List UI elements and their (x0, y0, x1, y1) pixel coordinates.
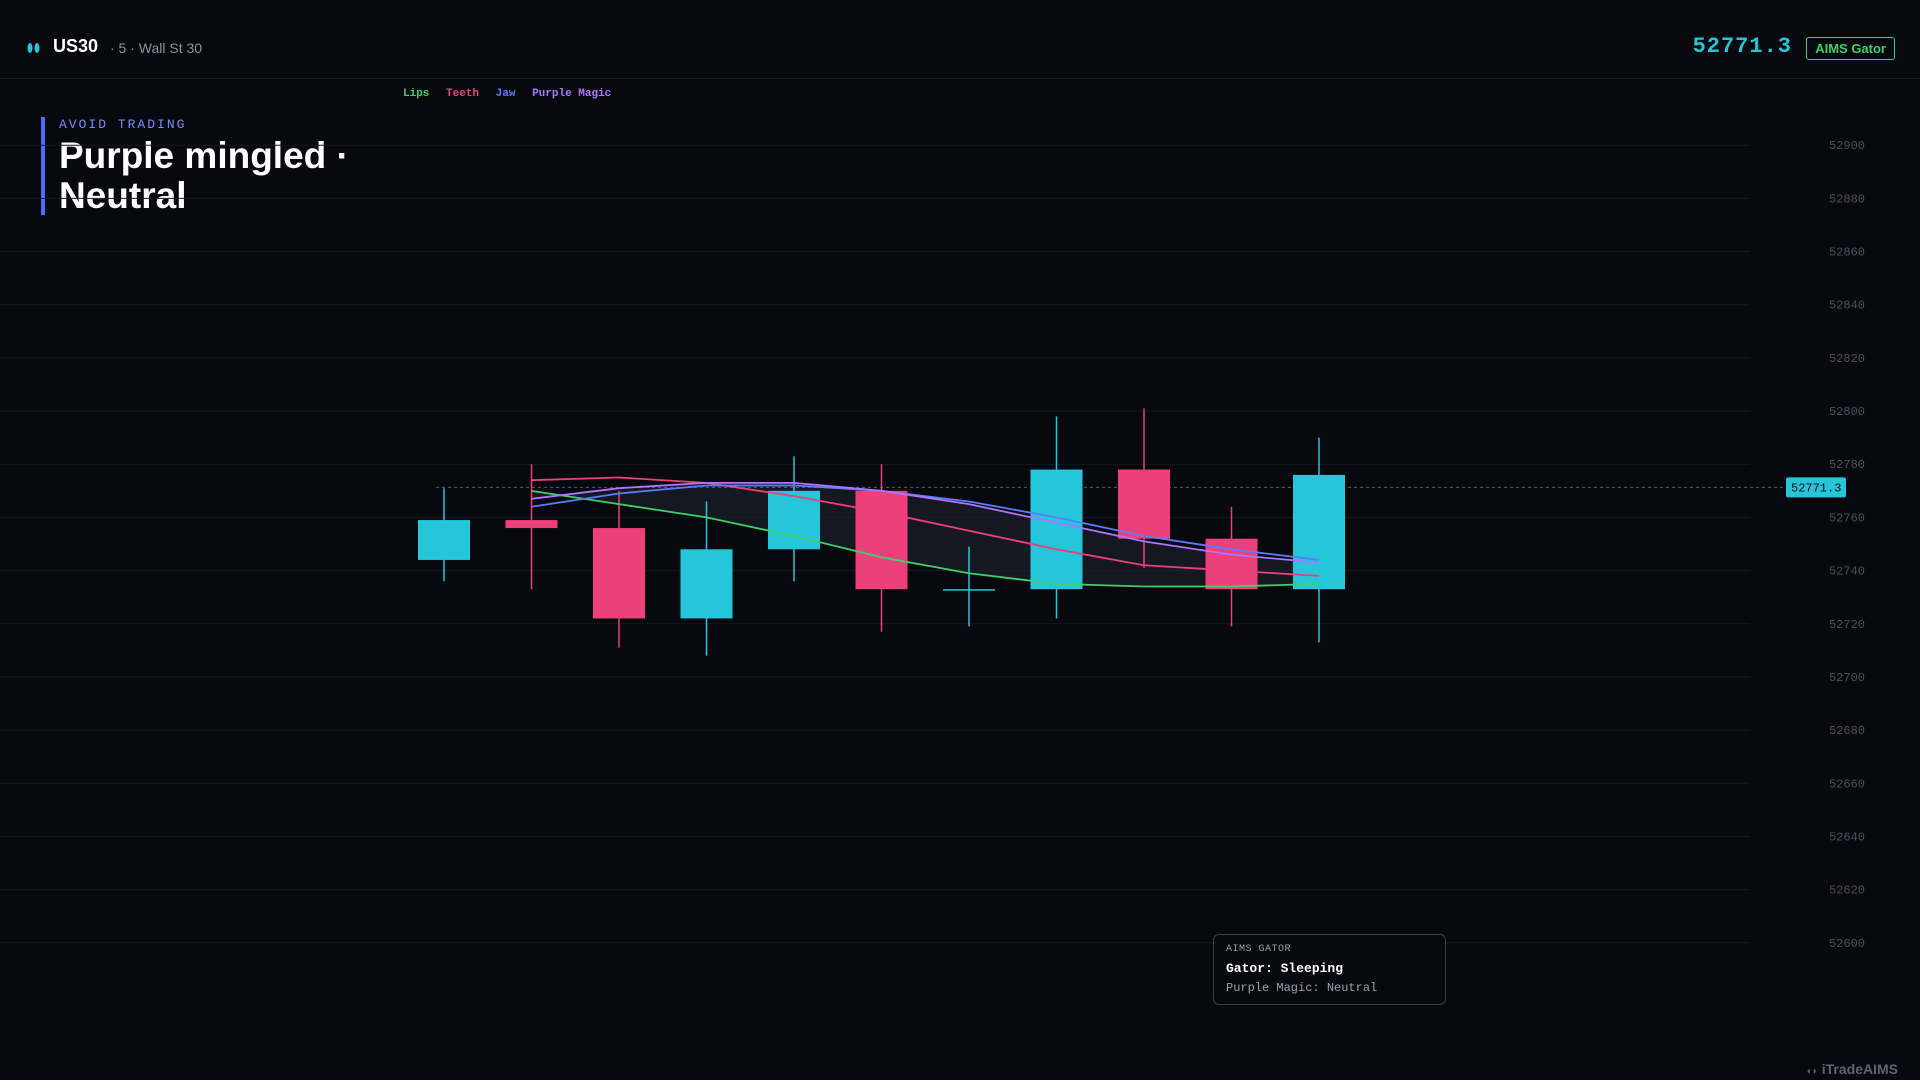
y-tick-label: 52860 (1829, 246, 1865, 260)
y-tick-label: 52620 (1829, 884, 1865, 898)
y-tick-label: 52880 (1829, 192, 1865, 206)
candle-body (680, 549, 733, 619)
candle-body (418, 520, 470, 560)
gator-tooltip: AIMS GATOR Gator: Sleeping Purple Magic:… (1213, 934, 1446, 1005)
y-tick-label: 52760 (1829, 511, 1865, 525)
indicator-badge[interactable]: AIMS Gator (1806, 37, 1895, 60)
y-tick-label: 52780 (1829, 458, 1865, 472)
watermark-icon: ◖◗ (1805, 1066, 1818, 1077)
y-tick-label: 52660 (1829, 777, 1865, 791)
candlestick-chart[interactable]: 52900 52880 52860 52840 52820 52800 52780 52760… (0, 79, 1920, 1079)
y-tick-label: 52900 (1829, 139, 1865, 153)
instrument-subtitle: · 5 · Wall St 30 (110, 40, 203, 56)
y-tick-label: 52700 (1829, 671, 1865, 685)
tooltip-kicker: AIMS GATOR (1226, 944, 1292, 955)
logo-icon (27, 43, 40, 53)
top-bar: US30 · 5 · Wall St 30 52771.3 AIMS Gator (0, 0, 1920, 79)
y-tick-label: 52840 (1829, 299, 1865, 313)
candle-body (855, 490, 908, 590)
y-tick-label: 52740 (1829, 565, 1865, 579)
last-price-tag-label: 52771.3 (1791, 481, 1841, 495)
y-tick-label: 52640 (1829, 830, 1865, 844)
candle-body (1030, 469, 1083, 590)
y-tick-label: 52720 (1829, 618, 1865, 632)
candle-body (1118, 469, 1170, 539)
y-tick-label: 52820 (1829, 352, 1865, 366)
y-tick-label: 52680 (1829, 724, 1865, 738)
symbol-name[interactable]: US30 (53, 36, 98, 57)
y-tick-label: 52600 (1829, 937, 1865, 951)
candle-body (1293, 474, 1345, 590)
candle-body (593, 528, 645, 619)
candle-body (505, 520, 558, 529)
candle-body (943, 589, 995, 591)
y-tick-label: 52800 (1829, 405, 1865, 419)
watermark: ◖◗ iTradeAIMS (1806, 1061, 1898, 1077)
watermark-text: iTradeAIMS (1821, 1061, 1898, 1077)
current-price: 52771.3 (1692, 34, 1792, 59)
tooltip-gator-state: Gator: Sleeping (1226, 961, 1344, 976)
tooltip-purple-magic: Purple Magic: Neutral (1226, 981, 1378, 995)
